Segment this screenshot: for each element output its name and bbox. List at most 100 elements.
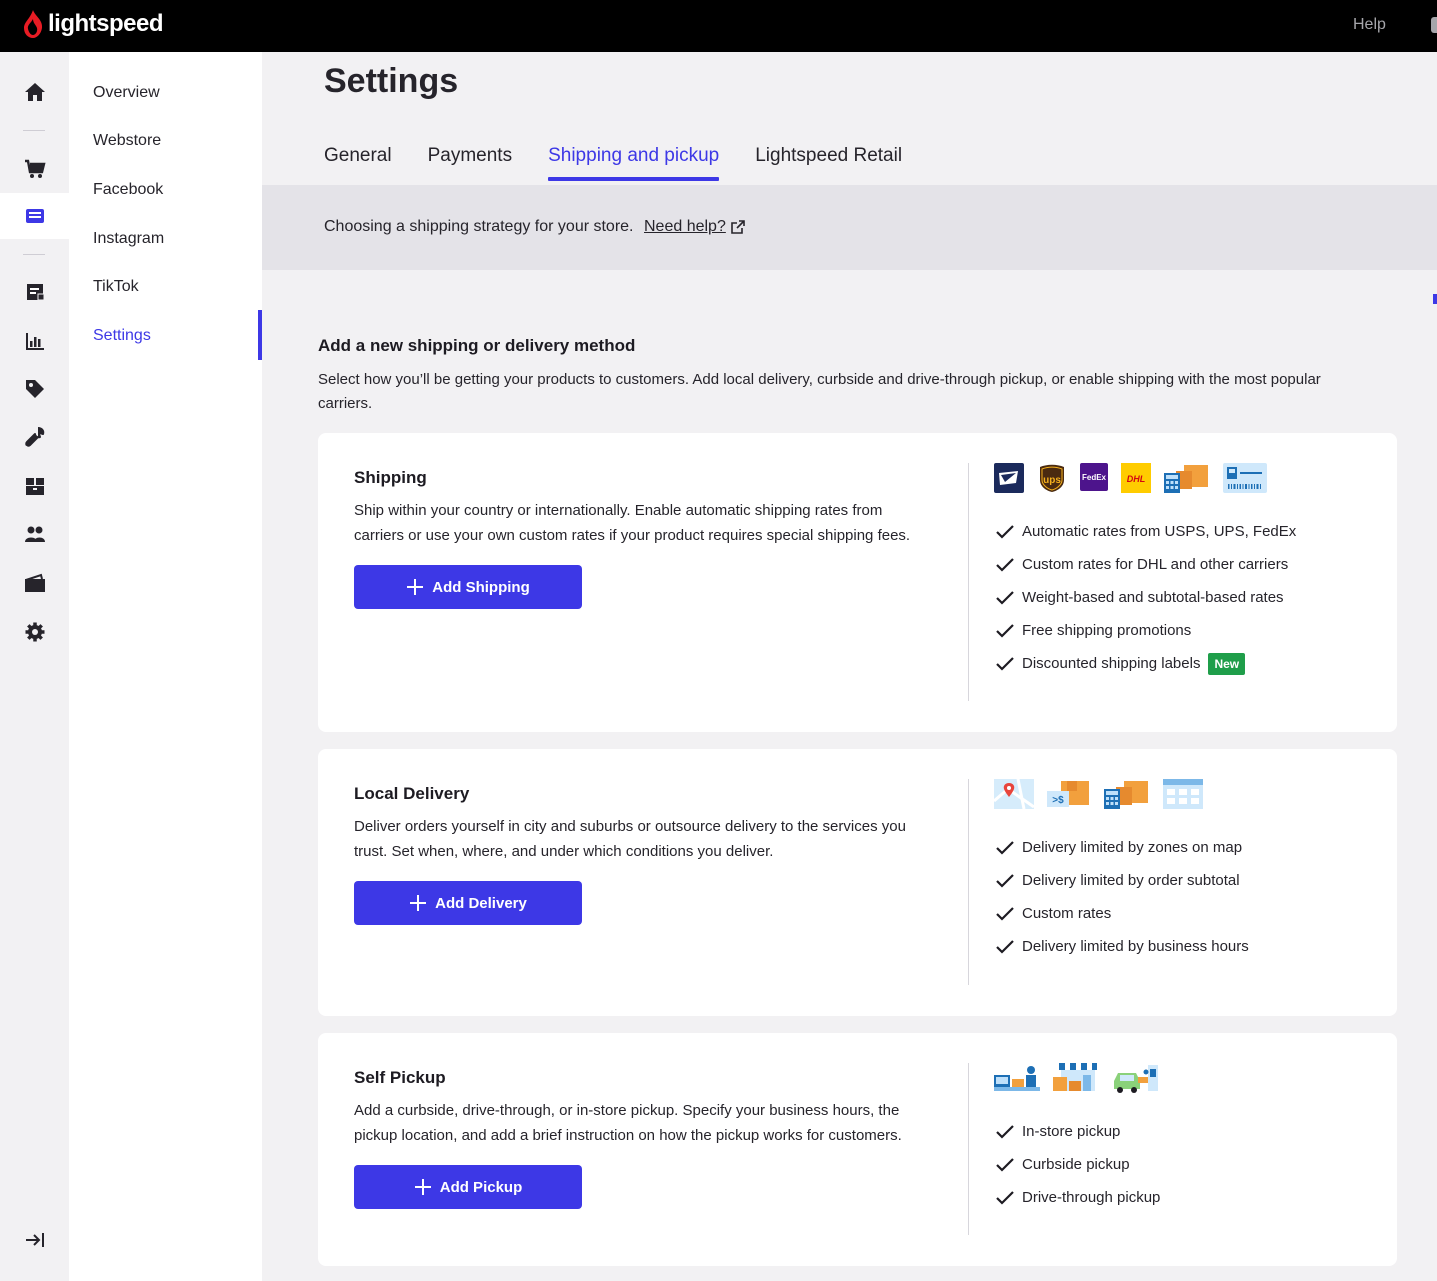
need-help-label: Need help? [644, 218, 726, 235]
feature-item: Free shipping promotions [995, 614, 1296, 647]
check-icon [996, 906, 1014, 921]
subnav-item-settings[interactable]: Settings [93, 327, 151, 345]
tab-shipping-and-pickup[interactable]: Shipping and pickup [548, 145, 720, 181]
add-pickup-button[interactable]: Add Pickup [354, 1165, 582, 1209]
wallet-icon[interactable] [0, 560, 69, 606]
feature-item: Delivery limited by order subtotal [995, 864, 1249, 897]
orders-icon[interactable] [0, 269, 69, 315]
check-icon [996, 939, 1014, 954]
feature-item: In-store pickup [995, 1115, 1160, 1148]
svg-text:ups: ups [1043, 475, 1061, 486]
check-icon [996, 623, 1014, 638]
plus-icon [414, 1179, 431, 1195]
info-banner: Choosing a shipping strategy for your st… [262, 185, 1437, 270]
reports-icon[interactable] [0, 318, 69, 364]
rail-divider [23, 130, 45, 131]
map-pin-icon [994, 779, 1034, 809]
collapse-icon[interactable] [0, 1217, 69, 1263]
card-description: Deliver orders yourself in city and subu… [354, 818, 906, 860]
pickup-features: In-store pickup Curbside pickup Drive-th… [995, 1115, 1160, 1214]
top-bar: lightspeed Help [0, 0, 1437, 52]
in-store-pickup-icon [994, 1066, 1040, 1091]
svg-text:DHL: DHL [1127, 474, 1146, 484]
subtotal-box-icon: >$ [1047, 781, 1089, 807]
drive-through-icon [1114, 1065, 1158, 1093]
check-icon [996, 873, 1014, 888]
card-title: Shipping [354, 468, 427, 487]
delivery-features: Delivery limited by zones on map Deliver… [995, 831, 1249, 963]
feature-item: Delivery limited by business hours [995, 930, 1249, 963]
main-content: Settings General Payments Shipping and p… [262, 52, 1437, 1281]
feature-item: Automatic rates from USPS, UPS, FedEx [995, 515, 1296, 548]
card-title: Local Delivery [354, 784, 470, 803]
card-divider [968, 1063, 969, 1235]
external-link-icon [731, 220, 745, 234]
feature-item: Drive-through pickup [995, 1181, 1160, 1214]
tag-icon[interactable] [0, 366, 69, 412]
section-title: Add a new shipping or delivery method [318, 336, 636, 355]
subnav-item-webstore[interactable]: Webstore [93, 132, 161, 150]
subnav-item-facebook[interactable]: Facebook [93, 181, 163, 199]
section-description: Select how you’ll be getting your produc… [318, 371, 1321, 412]
rail-divider [23, 254, 45, 255]
scroll-marker [1433, 294, 1437, 304]
calculator-box-icon [1104, 781, 1148, 809]
tab-lightspeed-retail[interactable]: Lightspeed Retail [755, 145, 902, 181]
customers-icon[interactable] [0, 511, 69, 557]
delivery-icons: >$ [994, 779, 1216, 809]
lightspeed-logo[interactable]: lightspeed [22, 9, 164, 39]
dhl-icon: DHL [1121, 463, 1151, 493]
feature-item: Discounted shipping labels New [995, 647, 1296, 680]
storefront-icon[interactable] [0, 193, 69, 239]
card-divider [968, 463, 969, 701]
add-shipping-label: Add Shipping [432, 578, 530, 596]
check-icon [996, 1190, 1014, 1205]
svg-text:FedEx: FedEx [1082, 473, 1107, 482]
page-title: Settings [324, 62, 459, 100]
pickup-icons [994, 1063, 1171, 1093]
carrier-icons: ups FedEx DHL [994, 463, 1280, 493]
calendar-icon [1163, 779, 1203, 809]
card-description: Ship within your country or internationa… [354, 502, 911, 544]
check-icon [996, 1124, 1014, 1139]
check-icon [996, 840, 1014, 855]
card-title: Self Pickup [354, 1068, 446, 1087]
user-icon[interactable] [1431, 17, 1437, 33]
usps-icon [994, 463, 1024, 493]
check-icon [996, 656, 1014, 671]
inventory-icon[interactable] [0, 463, 69, 509]
tab-general[interactable]: General [324, 145, 392, 181]
need-help-link[interactable]: Need help? [644, 218, 746, 236]
feature-item: Custom rates for DHL and other carriers [995, 548, 1296, 581]
check-icon [996, 557, 1014, 572]
check-icon [996, 524, 1014, 539]
add-shipping-button[interactable]: Add Shipping [354, 565, 582, 609]
subnav-item-tiktok[interactable]: TikTok [93, 278, 139, 296]
help-link[interactable]: Help [1353, 16, 1386, 34]
flame-logo-icon [24, 10, 43, 38]
add-delivery-label: Add Delivery [435, 894, 527, 912]
subnav-item-overview[interactable]: Overview [93, 84, 160, 102]
subnav-item-instagram[interactable]: Instagram [93, 230, 164, 248]
add-delivery-button[interactable]: Add Delivery [354, 881, 582, 925]
home-icon[interactable] [0, 69, 69, 115]
tab-payments[interactable]: Payments [428, 145, 512, 181]
feature-item: Weight-based and subtotal-based rates [995, 581, 1296, 614]
banner-text: Choosing a shipping strategy for your st… [324, 218, 634, 235]
ups-icon: ups [1040, 464, 1064, 492]
channel-subnav: Overview Webstore Facebook Instagram Tik… [69, 52, 262, 1281]
wrench-icon[interactable] [0, 414, 69, 460]
self-pickup-card: Self Pickup Add a curbside, drive-throug… [318, 1033, 1397, 1266]
cart-icon[interactable] [0, 146, 69, 192]
card-divider [968, 779, 969, 985]
check-icon [996, 1157, 1014, 1172]
local-delivery-card: Local Delivery Deliver orders yourself i… [318, 749, 1397, 1016]
plus-icon [410, 895, 427, 911]
feature-item: Delivery limited by zones on map [995, 831, 1249, 864]
shipping-label-icon [1223, 463, 1267, 493]
gear-icon[interactable] [0, 609, 69, 655]
shipping-card: Shipping Ship within your country or int… [318, 433, 1397, 732]
add-pickup-label: Add Pickup [439, 1178, 523, 1196]
feature-item: Curbside pickup [995, 1148, 1160, 1181]
card-description: Add a curbside, drive-through, or in-sto… [354, 1102, 902, 1144]
